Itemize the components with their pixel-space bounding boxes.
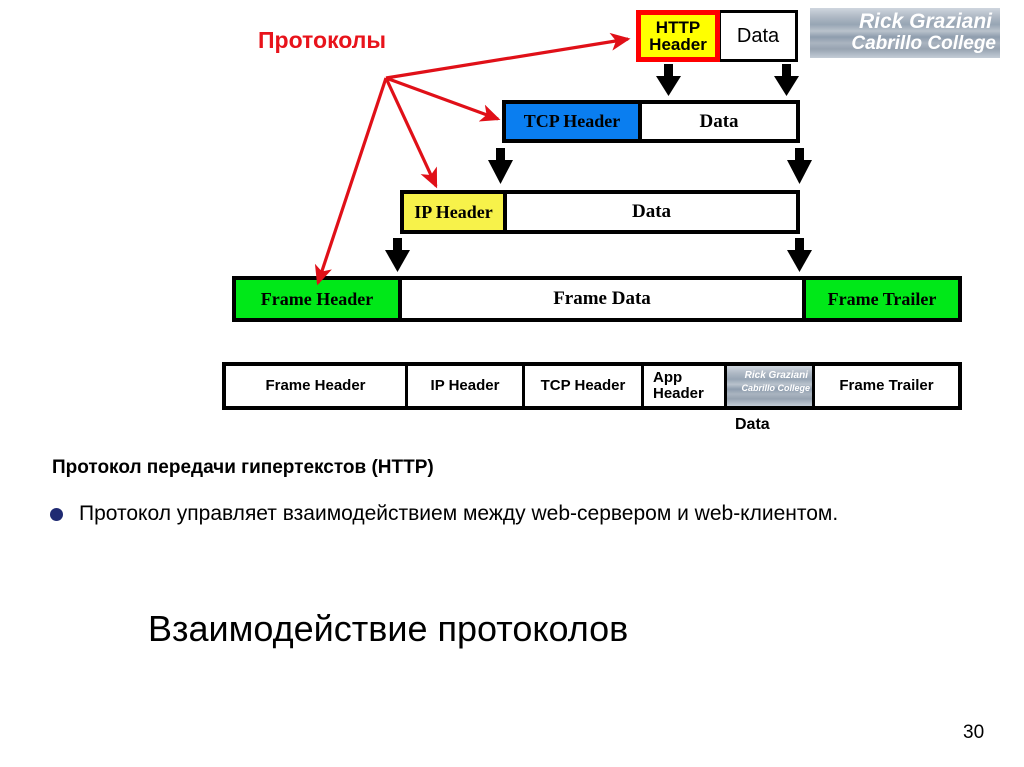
watermark-line2: Cabrillo College xyxy=(851,33,996,54)
tcp-header-cell: TCP Header xyxy=(506,104,642,139)
summary-cell-ip-header: IP Header xyxy=(408,366,525,406)
arrow-ip-down xyxy=(385,238,410,272)
body-bullet-text: Протокол управляет взаимодействием между… xyxy=(79,502,839,525)
watermark-graphic-top: Rick Graziani Cabrillo College xyxy=(810,8,1000,58)
summary-cell-tcp-header: TCP Header xyxy=(525,366,644,406)
summary-table: Frame Header IP Header TCP Header App He… xyxy=(222,362,962,410)
watermark-inline-line2: Cabrillo College xyxy=(741,383,810,393)
diagram-title: Протоколы xyxy=(258,27,387,53)
watermark-line1: Rick Graziani xyxy=(858,10,992,33)
ip-pdu-row: IP Header Data xyxy=(400,190,800,234)
page-title: Взаимодействие протоколов xyxy=(148,608,629,649)
summary-data-caption: Data xyxy=(735,416,770,433)
arrow-tcp-down xyxy=(488,148,513,184)
http-data-box: Data xyxy=(718,10,798,62)
tcp-data-cell: Data xyxy=(642,104,796,139)
frame-header-cell: Frame Header xyxy=(236,280,402,318)
http-header-label-line2: Header xyxy=(649,35,707,54)
summary-app-header-line1: App xyxy=(653,369,683,387)
body-heading: Протокол передачи гипертекстов (HTTP) xyxy=(52,457,434,478)
frame-trailer-cell: Frame Trailer xyxy=(806,280,958,318)
encapsulation-arrows xyxy=(385,64,812,272)
watermark-graphic-inline: Rick Graziani Cabrillo College xyxy=(727,366,812,406)
frame-pdu-row: Frame Header Frame Data Frame Trailer xyxy=(232,276,962,322)
red-arrow-to-frame xyxy=(314,77,388,286)
slide-canvas: Протоколы HTTP Header Data Rick Graziani… xyxy=(0,0,1024,767)
ip-data-cell: Data xyxy=(507,194,796,230)
bullet-point-icon xyxy=(50,508,63,521)
summary-cell-app-header: App Header xyxy=(644,366,727,406)
red-arrow-to-tcp xyxy=(385,76,501,122)
red-callout-arrows xyxy=(314,32,631,286)
summary-cell-frame-trailer: Frame Trailer xyxy=(839,377,934,395)
arrow-http-data-down xyxy=(774,64,799,96)
red-arrow-to-http xyxy=(385,32,631,80)
arrow-ip-data-down xyxy=(787,238,812,272)
page-number: 30 xyxy=(963,722,985,743)
http-header-box: HTTP Header xyxy=(636,10,720,62)
ip-header-cell: IP Header xyxy=(404,194,507,230)
summary-cell-frame-header: Frame Header xyxy=(226,366,408,406)
tcp-pdu-row: TCP Header Data xyxy=(502,100,800,143)
summary-app-header-line2: Header xyxy=(653,385,704,402)
red-arrow-to-ip xyxy=(384,77,438,189)
watermark-inline-line1: Rick Graziani xyxy=(744,370,808,381)
arrow-http-header-down xyxy=(656,64,681,96)
http-data-label: Data xyxy=(736,24,780,47)
http-header-label-line1: HTTP xyxy=(655,18,701,37)
summary-cell-watermark: Rick Graziani Cabrillo College xyxy=(727,366,815,406)
body-bullet-row: Протокол управляет взаимодействием между… xyxy=(50,500,890,528)
arrow-tcp-data-down xyxy=(787,148,812,184)
frame-data-cell: Frame Data xyxy=(402,280,806,318)
